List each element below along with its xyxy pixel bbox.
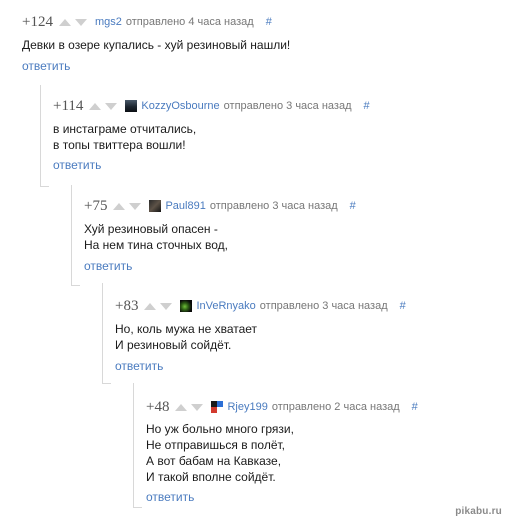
comment-header: +83 InVeRnyako отправлено 3 часа назад #: [115, 298, 406, 314]
comment-permalink[interactable]: #: [364, 100, 370, 112]
comment-author[interactable]: Paul891: [165, 200, 205, 212]
thread-branch-line: [133, 383, 142, 508]
downvote-icon[interactable]: [74, 18, 87, 26]
reply-link[interactable]: ответить: [115, 359, 163, 373]
thread-branch-line: [71, 185, 80, 286]
comment-author[interactable]: Rjey199: [227, 401, 267, 413]
comment-body: Но уж больно много грязи, Не отправишься…: [146, 422, 294, 484]
comment-header: +75 Paul891 отправлено 3 часа назад #: [84, 198, 356, 214]
downvote-icon[interactable]: [129, 202, 142, 210]
comment-author[interactable]: InVeRnyako: [196, 300, 255, 312]
reply-link[interactable]: ответить: [22, 59, 70, 73]
downvote-icon[interactable]: [105, 102, 118, 110]
comment-timestamp: отправлено 3 часа назад: [223, 100, 352, 112]
green-on-black-avatar: [180, 300, 193, 312]
comment-rating: +124: [22, 13, 53, 30]
reply-link[interactable]: ответить: [146, 490, 194, 504]
upvote-icon[interactable]: [58, 18, 71, 26]
dark-figure-avatar: [125, 100, 138, 112]
comment: +114 KozzyOsbourne отправлено 3 часа наз…: [53, 98, 508, 176]
comment-rating: +75: [84, 197, 108, 214]
comment-author[interactable]: KozzyOsbourne: [141, 100, 219, 112]
thread-branch-line: [102, 283, 111, 384]
upvote-icon[interactable]: [89, 102, 102, 110]
comment-permalink[interactable]: #: [266, 16, 272, 28]
comment-timestamp: отправлено 3 часа назад: [259, 300, 388, 312]
comment-body: Хуй резиновый опасен - На нем тина сточн…: [84, 222, 228, 252]
comment: +124 mgs2 отправлено 4 часа назад # Девк…: [22, 14, 508, 76]
comment-header: +114 KozzyOsbourne отправлено 3 часа наз…: [53, 98, 370, 114]
upvote-icon[interactable]: [113, 202, 126, 210]
dark-photo-avatar: [149, 200, 162, 212]
comment-permalink[interactable]: #: [400, 300, 406, 312]
comment-timestamp: отправлено 2 часа назад: [271, 401, 400, 413]
comment-timestamp: отправлено 3 часа назад: [209, 200, 338, 212]
comment-timestamp: отправлено 4 часа назад: [125, 16, 254, 28]
comment-permalink[interactable]: #: [412, 401, 418, 413]
thread-branch-line: [40, 85, 49, 187]
comment: +83 InVeRnyako отправлено 3 часа назад #…: [115, 298, 508, 376]
comment-author[interactable]: mgs2: [95, 16, 122, 28]
comment-body: в инстаграме отчитались, в топы твиттера…: [53, 122, 197, 152]
upvote-icon[interactable]: [175, 403, 188, 411]
comment-header: +48 Rjey199 отправлено 2 часа назад #: [146, 399, 418, 415]
reply-link[interactable]: ответить: [84, 259, 132, 273]
comment: +48 Rjey199 отправлено 2 часа назад # Но…: [146, 399, 508, 509]
reply-link[interactable]: ответить: [53, 158, 101, 172]
comment-body: Но, коль мужа не хватает И резиновый сой…: [115, 322, 258, 352]
comment-header: +124 mgs2 отправлено 4 часа назад #: [22, 14, 272, 30]
comment-rating: +48: [146, 398, 170, 415]
comment-rating: +83: [115, 297, 139, 314]
colorful-avatar: [211, 401, 224, 413]
comment-body: Девки в озере купались - хуй резиновый н…: [22, 38, 291, 52]
comment-rating: +114: [53, 97, 84, 114]
comment: +75 Paul891 отправлено 3 часа назад # Ху…: [84, 198, 508, 276]
upvote-icon[interactable]: [144, 302, 157, 310]
comment-permalink[interactable]: #: [350, 200, 356, 212]
downvote-icon[interactable]: [191, 403, 204, 411]
site-watermark: pikabu.ru: [455, 506, 502, 517]
downvote-icon[interactable]: [160, 302, 173, 310]
